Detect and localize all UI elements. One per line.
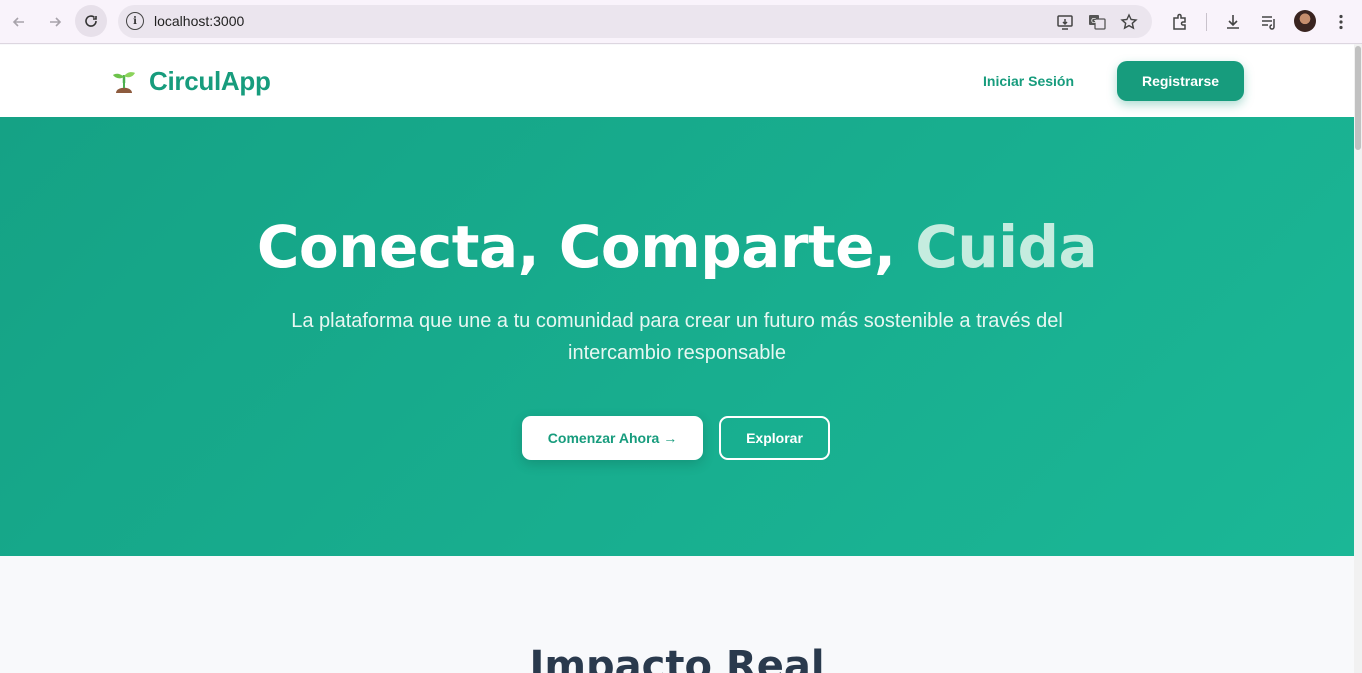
hero-title: Conecta, Comparte, Cuida (0, 213, 1354, 281)
svg-text:G: G (1091, 17, 1096, 25)
explore-button[interactable]: Explorar (719, 416, 830, 460)
impact-section-title: Impacto Real (529, 643, 825, 673)
scrollbar-thumb[interactable] (1355, 46, 1361, 150)
reading-list-icon[interactable] (1257, 10, 1281, 34)
hero-section: Conecta, Comparte, Cuida La plataforma q… (0, 117, 1354, 556)
page-scrollbar[interactable] (1354, 44, 1362, 673)
bookmark-star-icon[interactable] (1119, 12, 1139, 32)
address-bar[interactable]: i localhost:3000 G (118, 5, 1152, 38)
url-text[interactable]: localhost:3000 (154, 13, 244, 29)
start-now-button[interactable]: Comenzar Ahora → (522, 416, 703, 460)
hero-title-accent: Cuida (915, 213, 1098, 281)
install-app-icon[interactable] (1055, 12, 1075, 32)
site-info-icon[interactable]: i (126, 12, 144, 30)
translate-icon[interactable]: G (1087, 12, 1107, 32)
brand-logo[interactable]: CirculApp (111, 66, 271, 97)
reload-icon[interactable] (75, 5, 107, 37)
brand-name: CirculApp (149, 66, 271, 96)
hero-title-main: Conecta, Comparte, (256, 213, 916, 281)
back-icon[interactable] (4, 7, 34, 37)
forward-icon[interactable] (40, 7, 70, 37)
menu-icon[interactable] (1329, 10, 1353, 34)
web-page: CirculApp Iniciar Sesión Registrarse Con… (0, 45, 1354, 673)
toolbar-divider (1206, 13, 1207, 31)
site-header: CirculApp Iniciar Sesión Registrarse (0, 45, 1354, 117)
browser-toolbar: i localhost:3000 G (0, 0, 1362, 44)
profile-avatar[interactable] (1294, 10, 1316, 32)
register-button[interactable]: Registrarse (1117, 61, 1244, 101)
downloads-icon[interactable] (1221, 10, 1245, 34)
hero-subtitle: La plataforma que une a tu comunidad par… (291, 310, 1063, 364)
login-link[interactable]: Iniciar Sesión (983, 73, 1074, 89)
extensions-icon[interactable] (1168, 10, 1192, 34)
seedling-icon (113, 71, 135, 93)
